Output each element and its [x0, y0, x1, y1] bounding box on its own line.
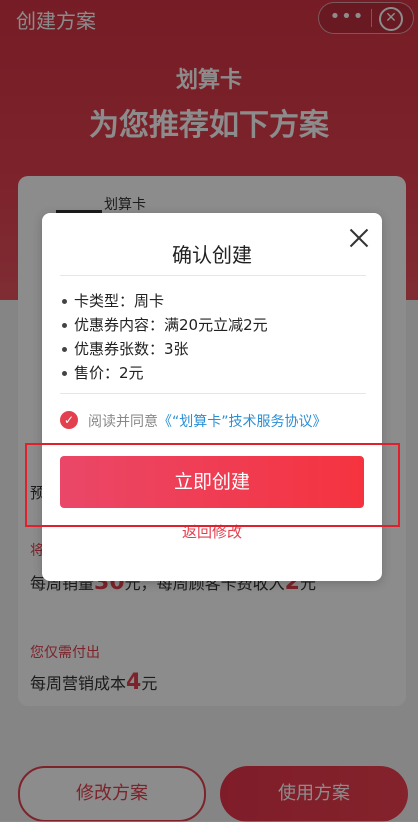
- agreement-row[interactable]: ✓ 阅读并同意《“划算卡”技术服务协议》: [60, 409, 380, 435]
- title-divider: [60, 275, 366, 276]
- agreement-text: 阅读并同意《“划算卡”技术服务协议》: [88, 411, 327, 431]
- dialog-title: 确认创建: [172, 243, 252, 267]
- info-price: 售价：2元: [60, 361, 366, 385]
- highlight-annotation-box: [25, 443, 400, 527]
- agreement-link[interactable]: 《“划算卡”技术服务协议》: [158, 414, 327, 430]
- info-coupon-count: 优惠券张数：3张: [60, 337, 366, 361]
- plan-info-list: 卡类型：周卡 优惠券内容：满20元立减2元 优惠券张数：3张 售价：2元: [60, 289, 366, 385]
- info-card-type: 卡类型：周卡: [60, 289, 366, 313]
- dialog-close-icon[interactable]: [342, 221, 376, 255]
- list-divider: [60, 393, 366, 394]
- agreement-checkbox-icon[interactable]: ✓: [60, 411, 78, 429]
- info-coupon-content: 优惠券内容：满20元立减2元: [60, 313, 366, 337]
- agreement-prefix: 阅读并同意: [88, 414, 158, 430]
